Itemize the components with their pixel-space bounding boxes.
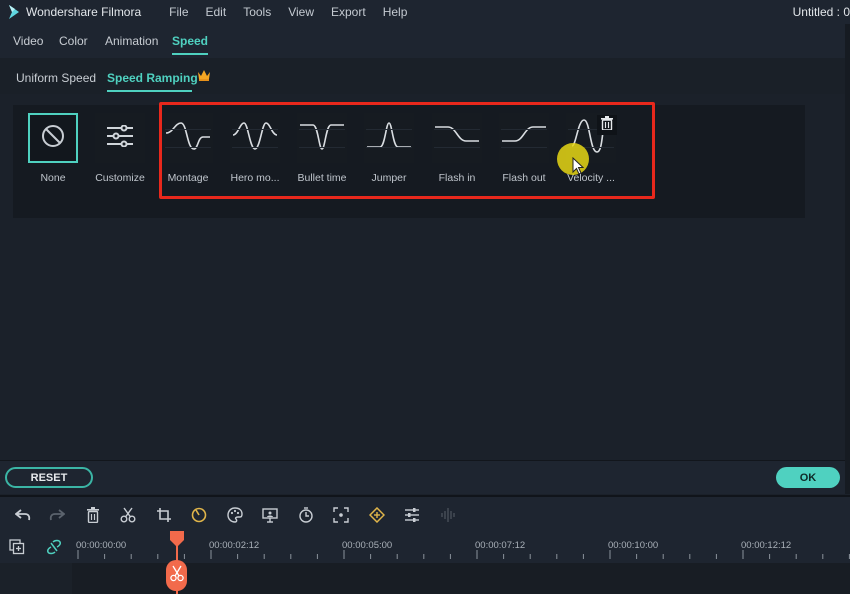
preset-label: Flash in [438,172,476,184]
menu-edit[interactable]: Edit [206,5,227,19]
app-title: Wondershare Filmora [26,5,142,19]
gridline [434,147,480,148]
gridline [165,129,211,130]
none-icon [41,124,65,153]
preset-thumb [364,113,414,163]
preset-thumb [163,113,213,163]
gridline [366,129,412,130]
menu-help[interactable]: Help [383,5,408,19]
jumper-curve-icon [366,119,412,158]
gridline [568,147,614,148]
preset-thumb [432,113,482,163]
gridline [434,129,480,130]
gridline [501,147,547,148]
gridline [299,147,345,148]
panel-divider [845,24,850,494]
preset-label: Velocity ... [567,172,615,184]
trash-icon [601,115,613,135]
focus-icon[interactable] [332,506,350,524]
color-icon[interactable] [226,506,244,524]
filmora-logo-icon [4,2,24,22]
flash-in-curve-icon [434,119,480,158]
menu-view[interactable]: View [288,5,314,19]
preset-label: Customize [95,172,145,184]
gridline [232,147,278,148]
subtab-uniform-speed[interactable]: Uniform Speed [16,71,96,85]
tab-speed[interactable]: Speed [172,34,209,55]
speed-icon[interactable] [190,506,208,524]
presentation-icon[interactable] [261,506,279,524]
preset-customize[interactable]: Customize [93,113,147,184]
timeline-toolbar [0,495,850,531]
preset-thumb [499,113,549,163]
timeline-tracks [0,563,850,594]
ok-button[interactable]: OK [776,467,840,488]
preset-thumb [230,113,280,163]
speed-subtabs: Uniform Speed Speed Ramping [0,58,850,94]
preset-jumper[interactable]: Jumper [362,113,416,184]
preset-hero-moment[interactable]: Hero mo... [228,113,282,184]
track-header [0,563,72,594]
action-bar: RESET OK [0,460,845,494]
menu-bar: File Edit Tools View Export Help [169,5,424,19]
menu-tools[interactable]: Tools [243,5,271,19]
subtab-speed-ramping-label: Speed Ramping [107,71,198,85]
gridline [501,129,547,130]
crown-icon [197,69,211,84]
scissors-icon [169,564,184,587]
preset-label: Hero mo... [230,172,280,184]
delete-preset-button[interactable] [597,115,617,135]
add-track-icon[interactable] [8,538,26,556]
bullet-time-curve-icon [299,119,345,158]
gridline [299,129,345,130]
reset-button[interactable]: RESET [5,467,93,488]
property-tabs: Video Color Animation Speed [0,24,850,58]
flash-out-curve-icon [501,119,547,158]
preset-montage[interactable]: Montage [161,113,215,184]
gridline [165,147,211,148]
split-marker[interactable] [166,560,187,591]
timeline-ruler[interactable] [74,548,850,560]
menu-file[interactable]: File [169,5,188,19]
document-title: Untitled : 0 [792,5,850,19]
undo-icon[interactable] [14,506,32,524]
tab-color[interactable]: Color [59,34,88,48]
hero-moment-curve-icon [232,119,278,158]
preset-thumb [95,113,145,163]
preset-label: Montage [167,172,209,184]
preset-bullet-time[interactable]: Bullet time [295,113,349,184]
menu-export[interactable]: Export [331,5,366,19]
preset-label: Jumper [371,172,407,184]
tab-animation[interactable]: Animation [105,34,158,48]
preset-none[interactable]: None [26,113,80,184]
link-icon[interactable] [45,538,63,556]
redo-icon[interactable] [48,506,66,524]
audio-icon[interactable] [439,506,457,524]
tab-video[interactable]: Video [13,34,43,48]
preset-flash-in[interactable]: Flash in [430,113,484,184]
subtab-speed-ramping[interactable]: Speed Ramping [107,70,210,92]
title-bar: Wondershare Filmora File Edit Tools View… [0,0,850,24]
preset-label: Bullet time [297,172,347,184]
adjust-icon[interactable] [403,506,421,524]
preset-thumb [297,113,347,163]
preset-label: Flash out [502,172,546,184]
preset-label: None [40,172,66,184]
sliders-icon [106,124,134,152]
montage-curve-icon [165,119,211,158]
duration-icon[interactable] [297,506,315,524]
playhead-handle[interactable] [170,531,184,552]
keyframe-icon[interactable] [368,506,386,524]
preset-thumb [28,113,78,163]
delete-icon[interactable] [84,506,102,524]
crop-icon[interactable] [155,506,173,524]
preset-flash-out[interactable]: Flash out [497,113,551,184]
cut-icon[interactable] [119,506,137,524]
gridline [366,147,412,148]
gridline [232,129,278,130]
active-underline [107,90,192,92]
